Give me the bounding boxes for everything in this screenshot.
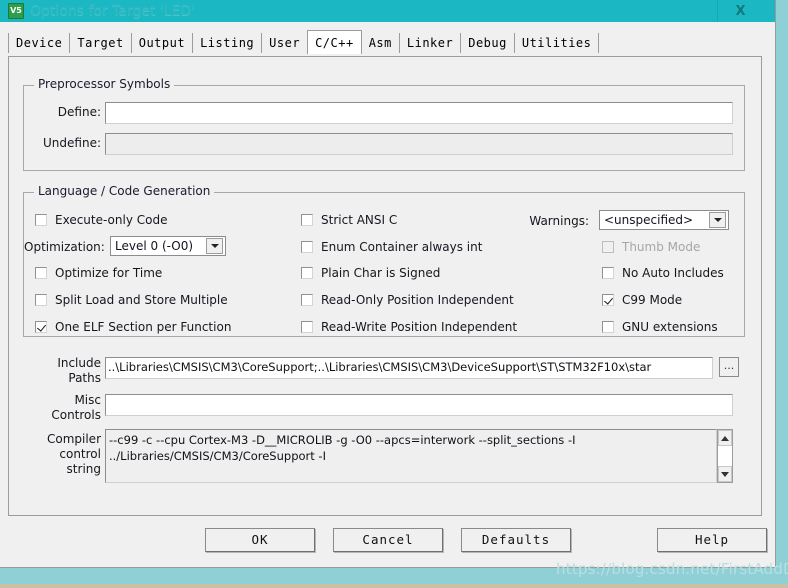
checkbox-no-auto-includes[interactable]: No Auto Includes	[602, 266, 724, 280]
compiler-control-string-textarea[interactable]: --c99 -c --cpu Cortex-M3 -D__MICROLIB -g…	[105, 429, 717, 483]
window-title: Options for Target 'LED'	[30, 3, 196, 19]
scroll-up-icon[interactable]	[718, 430, 732, 446]
compiler-control-string-label: Compiler control string	[46, 432, 101, 476]
tab-bar: Device Target Output Listing User C/C++ …	[8, 30, 775, 54]
checkbox-read-only-position-independent[interactable]: Read-Only Position Independent	[301, 293, 514, 307]
checkbox-read-write-position-independent[interactable]: Read-Write Position Independent	[301, 320, 517, 334]
preprocessor-group-title: Preprocessor Symbols	[34, 77, 175, 91]
misc-controls-input[interactable]	[105, 394, 733, 416]
chevron-down-icon[interactable]	[206, 238, 223, 254]
checkbox-label: Read-Only Position Independent	[321, 293, 514, 307]
close-icon[interactable]: X	[717, 0, 763, 22]
scroll-down-icon[interactable]	[718, 466, 732, 482]
help-button[interactable]: Help	[657, 528, 767, 552]
cancel-button[interactable]: Cancel	[333, 528, 443, 552]
checkbox-enum-container-always-int[interactable]: Enum Container always int	[301, 240, 482, 254]
c-cpp-tab-panel: Preprocessor Symbols Define: Undefine: L…	[8, 56, 762, 516]
desktop-bottom-line	[0, 584, 788, 588]
checkbox-label: Strict ANSI C	[321, 213, 398, 227]
checkbox-label: C99 Mode	[622, 293, 683, 307]
checkbox-box-icon[interactable]	[35, 267, 47, 279]
include-paths-input[interactable]: ..\Libraries\CMSIS\CM3\CoreSupport;..\Li…	[105, 357, 713, 379]
optimization-select[interactable]: Level 0 (-O0)	[110, 236, 226, 256]
include-paths-label: Include Paths	[57, 356, 101, 385]
checkbox-gnu-extensions[interactable]: GNU extensions	[602, 320, 718, 334]
checkbox-c99-mode[interactable]: C99 Mode	[602, 293, 682, 307]
checkbox-box-icon[interactable]	[301, 241, 313, 253]
include-paths-browse-button[interactable]: ...	[719, 357, 739, 377]
checkbox-split-load-and-store-multiple[interactable]: Split Load and Store Multiple	[35, 293, 228, 307]
checkbox-box-icon[interactable]	[301, 321, 313, 333]
checkbox-label: Thumb Mode	[622, 240, 701, 254]
misc-controls-label: Misc Controls	[51, 393, 101, 422]
checkbox-label: One ELF Section per Function	[55, 320, 232, 334]
undefine-input[interactable]	[105, 133, 733, 155]
checkbox-label: Enum Container always int	[321, 240, 483, 254]
tab-utilities[interactable]: Utilities	[514, 33, 600, 53]
checkbox-box-icon	[602, 241, 614, 253]
checkbox-thumb-mode[interactable]: Thumb Mode	[602, 240, 700, 254]
checkbox-box-icon[interactable]	[602, 321, 614, 333]
checkbox-label: Execute-only Code	[55, 213, 168, 227]
tab-debug[interactable]: Debug	[461, 33, 515, 53]
tab-listing[interactable]: Listing	[193, 33, 263, 53]
ok-button[interactable]: OK	[205, 528, 315, 552]
checkbox-box-icon[interactable]	[35, 214, 47, 226]
checkbox-box-icon[interactable]	[301, 267, 313, 279]
language-group-title: Language / Code Generation	[34, 184, 215, 198]
defaults-button[interactable]: Defaults	[461, 528, 571, 552]
checkbox-box-icon[interactable]	[602, 294, 614, 306]
tab-asm[interactable]: Asm	[361, 33, 400, 53]
undefine-label: Undefine:	[43, 136, 101, 150]
checkbox-one-elf-section-per-function[interactable]: One ELF Section per Function	[35, 320, 231, 334]
tab-linker[interactable]: Linker	[399, 33, 462, 53]
preprocessor-symbols-group: Preprocessor Symbols	[23, 77, 745, 171]
uvision-logo-icon	[8, 3, 24, 19]
checkbox-label: Read-Write Position Independent	[321, 320, 518, 334]
warnings-value: <unspecified>	[604, 213, 694, 227]
checkbox-strict-ansi-c[interactable]: Strict ANSI C	[301, 213, 397, 227]
title-bar[interactable]: Options for Target 'LED' X	[0, 0, 775, 22]
define-input[interactable]	[105, 102, 733, 124]
options-dialog: Options for Target 'LED' X Device Target…	[0, 0, 776, 568]
warnings-label: Warnings:	[529, 214, 589, 228]
checkbox-box-icon[interactable]	[35, 321, 47, 333]
checkbox-label: No Auto Includes	[622, 266, 724, 280]
checkbox-label: Optimize for Time	[55, 266, 163, 280]
tab-device[interactable]: Device	[8, 33, 71, 53]
dialog-button-bar: OK Cancel Defaults Help	[0, 528, 776, 568]
compiler-string-scrollbar[interactable]	[717, 429, 733, 483]
chevron-down-icon[interactable]	[709, 212, 726, 228]
checkbox-box-icon[interactable]	[602, 267, 614, 279]
desktop-background: Options for Target 'LED' X Device Target…	[0, 0, 788, 588]
checkbox-label: Split Load and Store Multiple	[55, 293, 228, 307]
checkbox-box-icon[interactable]	[35, 294, 47, 306]
tab-user[interactable]: User	[262, 33, 308, 53]
optimization-value: Level 0 (-O0)	[115, 239, 194, 253]
checkbox-box-icon[interactable]	[301, 214, 313, 226]
optimization-label: Optimization:	[24, 240, 105, 254]
scrollbar-track[interactable]	[718, 446, 732, 466]
define-label: Define:	[57, 105, 101, 119]
checkbox-box-icon[interactable]	[301, 294, 313, 306]
tab-output[interactable]: Output	[131, 33, 194, 53]
checkbox-execute-only-code[interactable]: Execute-only Code	[35, 213, 167, 227]
checkbox-label: Plain Char is Signed	[321, 266, 441, 280]
tab-target[interactable]: Target	[70, 33, 132, 53]
tab-c-cpp[interactable]: C/C++	[307, 30, 362, 54]
checkbox-label: GNU extensions	[622, 320, 718, 334]
checkbox-optimize-for-time[interactable]: Optimize for Time	[35, 266, 162, 280]
warnings-select[interactable]: <unspecified>	[599, 210, 729, 230]
checkbox-plain-char-is-signed[interactable]: Plain Char is Signed	[301, 266, 440, 280]
